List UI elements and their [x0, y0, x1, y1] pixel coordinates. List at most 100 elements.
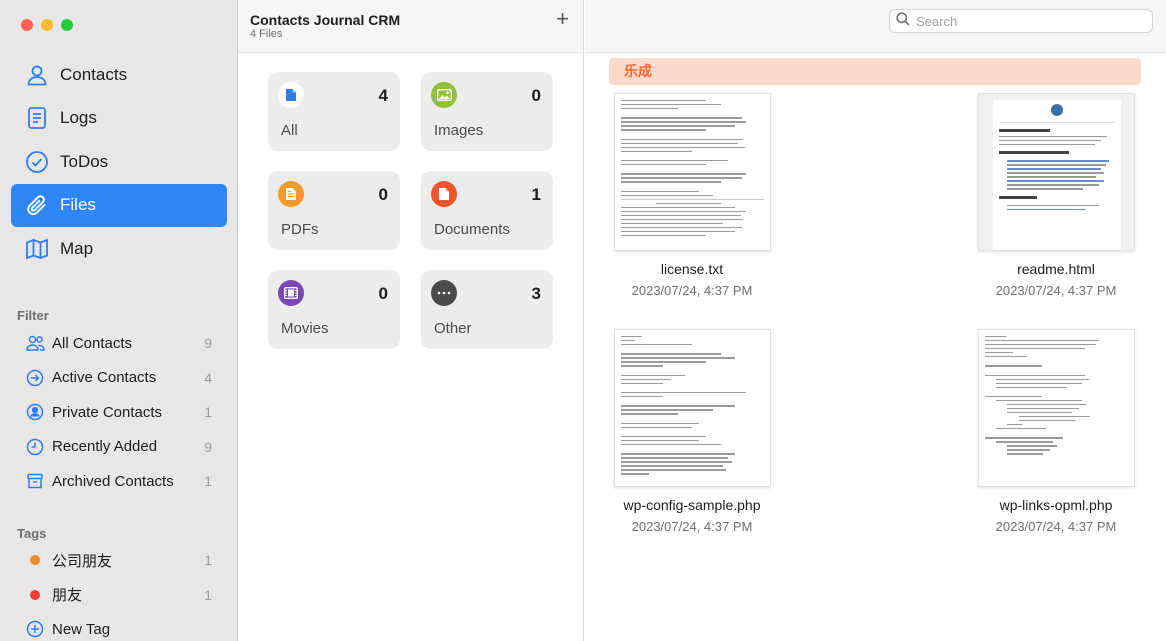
tag-list: 公司朋友 1 朋友 1 New Tag — [14, 543, 224, 641]
file-browser-toolbar — [585, 0, 1166, 53]
person-circle-icon — [25, 402, 45, 422]
sidebar-item-todos[interactable]: ToDos — [11, 140, 227, 183]
search-input[interactable] — [916, 13, 1136, 29]
sidebar-item-label: Logs — [60, 108, 97, 127]
filter-section-title: Filter — [17, 308, 49, 323]
file-name: wp-config-sample.php — [623, 497, 761, 513]
tag-color-dot — [25, 585, 45, 605]
zoom-window-button[interactable] — [61, 19, 73, 31]
document-icon — [431, 181, 457, 207]
sidebar-item-label: Files — [60, 195, 96, 214]
sidebar-item-logs[interactable]: Logs — [11, 97, 227, 140]
file-date: 2023/07/24, 4:37 PM — [995, 283, 1117, 298]
document-icon — [278, 82, 304, 108]
file-date: 2023/07/24, 4:37 PM — [631, 519, 753, 534]
new-tag-button[interactable]: New Tag — [14, 612, 224, 641]
category-card-images[interactable]: 0 Images — [421, 72, 553, 151]
category-label: Other — [434, 320, 472, 337]
file-thumbnail — [613, 329, 771, 487]
sidebar: Contacts Logs ToDos Files Map Filter All… — [0, 0, 238, 641]
search-icon — [896, 11, 910, 31]
ellipsis-icon — [431, 280, 457, 306]
filter-count: 1 — [204, 404, 212, 421]
filter-label: All Contacts — [52, 334, 133, 352]
tag-item[interactable]: 朋友 1 — [14, 578, 224, 613]
category-count: 1 — [531, 185, 541, 204]
sidebar-item-map[interactable]: Map — [11, 227, 227, 270]
code-preview — [620, 336, 764, 480]
html-preview-page — [992, 100, 1121, 250]
window-controls — [21, 19, 73, 31]
file-item-license[interactable]: license.txt 2023/07/24, 4:37 PM — [582, 93, 802, 298]
new-tag-label: New Tag — [52, 620, 111, 638]
category-label: PDFs — [281, 221, 319, 238]
sidebar-item-files[interactable]: Files — [11, 183, 227, 227]
category-count: 0 — [378, 284, 388, 303]
category-pane: Contacts Journal CRM 4 Files + 4 All 0 I… — [238, 0, 584, 641]
file-thumbnail — [977, 93, 1135, 251]
filter-label: Archived Contacts — [52, 472, 174, 490]
archive-box-icon — [25, 471, 45, 491]
file-date: 2023/07/24, 4:37 PM — [995, 519, 1117, 534]
tag-dot-red — [30, 589, 40, 600]
plus-circle-icon — [25, 619, 45, 639]
add-file-button[interactable]: + — [556, 8, 569, 30]
filter-item-all-contacts[interactable]: All Contacts 9 — [14, 326, 224, 361]
pdf-icon — [278, 181, 304, 207]
arrow-circle-icon — [25, 368, 45, 388]
file-item-wp-links-opml[interactable]: wp-links-opml.php 2023/07/24, 4:37 PM — [946, 329, 1166, 534]
filter-item-recently-added[interactable]: Recently Added 9 — [14, 430, 224, 465]
tag-count: 1 — [204, 586, 212, 603]
file-thumbnail — [613, 93, 771, 251]
tag-item[interactable]: 公司朋友 1 — [14, 543, 224, 578]
text-preview — [620, 100, 764, 244]
pane-title: Contacts Journal CRM — [250, 12, 401, 28]
file-item-wp-config-sample[interactable]: wp-config-sample.php 2023/07/24, 4:37 PM — [582, 329, 802, 534]
map-icon — [24, 236, 50, 262]
category-card-other[interactable]: 3 Other — [421, 270, 553, 349]
filter-label: Private Contacts — [52, 403, 163, 421]
sidebar-item-contacts[interactable]: Contacts — [11, 53, 227, 96]
tag-dot-orange — [30, 555, 40, 566]
category-count: 0 — [531, 86, 541, 105]
sidebar-item-label: Map — [60, 238, 94, 258]
file-item-readme[interactable]: readme.html 2023/07/24, 4:37 PM — [946, 93, 1166, 298]
close-window-button[interactable] — [21, 19, 33, 31]
tags-section-title: Tags — [17, 526, 47, 541]
category-card-all[interactable]: 4 All — [268, 72, 400, 151]
file-name: readme.html — [1017, 261, 1095, 277]
category-grid: 4 All 0 Images 0 PDFs 1 Documents 0 Movi… — [268, 72, 553, 349]
filter-label: Recently Added — [52, 438, 158, 456]
filter-label: Active Contacts — [52, 369, 157, 387]
filter-count: 1 — [204, 473, 212, 490]
group-header: 乐成 — [609, 58, 1141, 85]
checkmark-circle-icon — [24, 149, 50, 175]
sidebar-item-label: ToDos — [60, 151, 109, 171]
category-label: Documents — [434, 221, 510, 238]
tag-label: 朋友 — [52, 587, 83, 605]
filter-count: 9 — [204, 438, 212, 455]
pane-subtitle: 4 Files — [250, 28, 283, 40]
category-card-movies[interactable]: 0 Movies — [268, 270, 400, 349]
tag-label: 公司朋友 — [52, 552, 113, 570]
image-icon — [431, 82, 457, 108]
tag-color-dot — [25, 550, 45, 570]
category-count: 0 — [378, 185, 388, 204]
category-header: Contacts Journal CRM 4 Files + — [238, 0, 583, 53]
search-field[interactable] — [889, 9, 1153, 33]
person-icon — [24, 62, 50, 88]
paperclip-icon — [24, 192, 50, 218]
category-label: Movies — [281, 320, 329, 337]
tag-count: 1 — [204, 552, 212, 569]
minimize-window-button[interactable] — [41, 19, 53, 31]
filter-item-active-contacts[interactable]: Active Contacts 4 — [14, 361, 224, 396]
clock-icon — [25, 437, 45, 457]
category-label: All — [281, 122, 298, 139]
filter-item-archived-contacts[interactable]: Archived Contacts 1 — [14, 464, 224, 499]
filter-count: 9 — [204, 335, 212, 352]
category-card-documents[interactable]: 1 Documents — [421, 171, 553, 250]
code-preview — [984, 336, 1128, 480]
people-icon — [25, 333, 45, 353]
category-card-pdfs[interactable]: 0 PDFs — [268, 171, 400, 250]
filter-item-private-contacts[interactable]: Private Contacts 1 — [14, 395, 224, 430]
